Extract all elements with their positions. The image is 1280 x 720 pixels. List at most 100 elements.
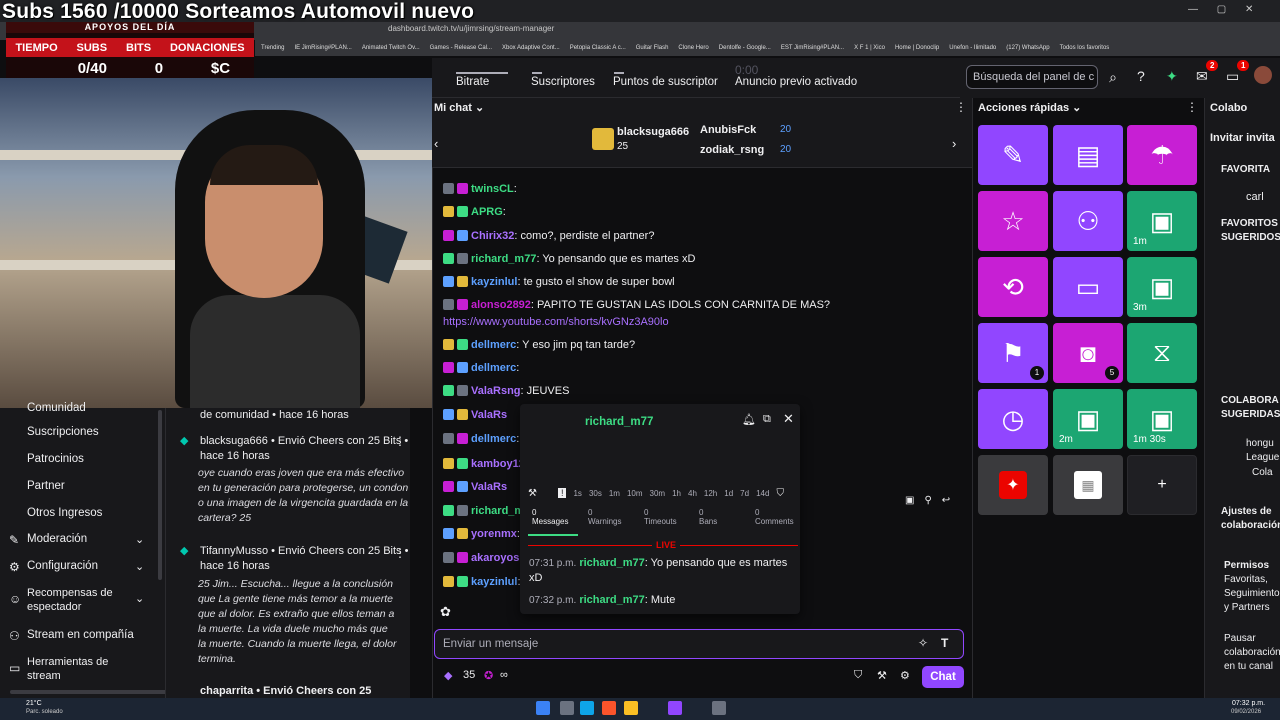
- popup-username[interactable]: richard_m77: [585, 416, 653, 428]
- sidebar-item-label[interactable]: Patrocinios: [27, 453, 84, 465]
- quick-action-tile[interactable]: ▭: [1053, 257, 1123, 317]
- help-icon[interactable]: ?: [1137, 68, 1145, 84]
- tab-timeouts[interactable]: 0 Timeouts: [644, 508, 677, 526]
- chat-message[interactable]: APRG:: [443, 206, 506, 218]
- popout-icon[interactable]: ⧉: [763, 413, 771, 426]
- chat-message[interactable]: richard_m77: Yo pensando que es martes x…: [443, 253, 695, 265]
- collab-title[interactable]: Colabo: [1210, 101, 1247, 115]
- timeout-1d-button[interactable]: 1d: [724, 489, 733, 498]
- sidebar-scrollbar[interactable]: [158, 410, 162, 580]
- chevron-right-icon[interactable]: ›: [952, 136, 956, 151]
- chat-input[interactable]: Enviar un mensaje: [434, 629, 964, 659]
- tab-messages[interactable]: 0 Messages: [532, 508, 568, 526]
- chat-link[interactable]: https://www.youtube.com/shorts/kvGNz3A90…: [443, 316, 669, 328]
- timeout-4h-button[interactable]: 4h: [688, 489, 697, 498]
- chevron-down-icon[interactable]: ⌄: [135, 533, 144, 546]
- clock-time[interactable]: 07:32 p.m.: [1232, 700, 1265, 707]
- search-icon[interactable]: [560, 701, 574, 715]
- bookmark-item[interactable]: Trending: [261, 45, 284, 51]
- chat-message[interactable]: yorenmx:: [443, 528, 520, 540]
- timeout-30s-button[interactable]: 30s: [589, 489, 602, 498]
- quick-action-tile[interactable]: ▣ 1m 30s: [1127, 389, 1197, 449]
- chat-message[interactable]: Chirix32: como?, perdiste el partner?: [443, 230, 654, 242]
- bookmark-item[interactable]: X F 1 | Xico: [854, 45, 885, 51]
- chat-username[interactable]: yorenmx: [471, 528, 517, 540]
- url-text[interactable]: dashboard.twitch.tv/u/jimrsing/stream-ma…: [388, 24, 554, 33]
- avatar[interactable]: [1254, 66, 1272, 84]
- chevron-down-icon[interactable]: ⌄: [135, 560, 144, 573]
- close-icon[interactable]: ✕: [783, 411, 794, 427]
- timeout-30m-button[interactable]: 30m: [650, 489, 666, 498]
- translate-icon[interactable]: T: [941, 636, 948, 650]
- quick-action-tile[interactable]: ◙ 5: [1053, 323, 1123, 383]
- quick-action-tile[interactable]: ☂: [1127, 125, 1197, 185]
- bookmark-item[interactable]: EST JimRising#PLAN...: [781, 45, 844, 51]
- shield-icon[interactable]: ⛉: [854, 669, 862, 682]
- chat-message[interactable]: dellmerc: Y eso jim pq tan tarde?: [443, 339, 635, 351]
- chat-message[interactable]: dellmerc:: [443, 433, 519, 445]
- stat-bitrate[interactable]: Bitrate: [456, 76, 489, 88]
- timeout-14d-button[interactable]: 14d: [756, 489, 769, 498]
- chat-username[interactable]: ValaRsng: [471, 385, 521, 397]
- sidebar-item-label[interactable]: Otros Ingresos: [27, 507, 102, 519]
- twitch-icon[interactable]: [668, 701, 682, 715]
- bookmark-item[interactable]: Xbox Adaptive Cont...: [502, 45, 560, 51]
- timeout-7d-button[interactable]: 7d: [740, 489, 749, 498]
- chat-username[interactable]: ValaRs: [471, 481, 507, 493]
- chat-username[interactable]: dellmerc: [471, 433, 516, 445]
- chat-username[interactable]: dellmerc: [471, 362, 516, 374]
- emote-icon[interactable]: ✧: [918, 636, 928, 650]
- chat-username[interactable]: richard_m77: [471, 253, 536, 265]
- sidebar-item-label[interactable]: Comunidad: [27, 402, 86, 414]
- bell-icon[interactable]: 🔔︎: [742, 413, 756, 426]
- ban-icon[interactable]: ⛉: [776, 488, 784, 499]
- stat-subscribers[interactable]: Suscriptores: [531, 76, 595, 88]
- warn-icon[interactable]: !: [557, 488, 567, 498]
- quick-action-tile[interactable]: ▣ 2m: [1053, 389, 1123, 449]
- tab-bans[interactable]: 0 Bans: [699, 508, 717, 526]
- quick-action-tile[interactable]: ✎: [978, 125, 1048, 185]
- sidebar-item-label[interactable]: Moderación: [27, 533, 87, 545]
- channel-points-icon[interactable]: ✪: [484, 669, 493, 682]
- stat-sub-points[interactable]: Puntos de suscriptor: [613, 76, 718, 88]
- chevron-left-icon[interactable]: ‹: [434, 136, 438, 151]
- sidebar-item-label[interactable]: Stream en compañía: [27, 629, 134, 641]
- start-icon[interactable]: [536, 701, 550, 715]
- quick-action-tile[interactable]: ◷: [978, 389, 1048, 449]
- quick-action-tile[interactable]: ⚑ 1: [978, 323, 1048, 383]
- folder-icon[interactable]: [624, 701, 638, 715]
- bookmark-item[interactable]: Guitar Flash: [636, 45, 669, 51]
- bookmark-item[interactable]: Animated Twitch Ov...: [362, 45, 420, 51]
- timeout-1m-button[interactable]: 1m: [609, 489, 620, 498]
- chat-username[interactable]: alonso2892: [471, 299, 531, 311]
- chat-message[interactable]: kayzinlul: te gusto el show de super bow…: [443, 276, 675, 288]
- collab-channel-name[interactable]: carl: [1246, 190, 1264, 204]
- quick-action-tile[interactable]: ▤: [1053, 125, 1123, 185]
- chat-username[interactable]: kayzinlul: [471, 576, 517, 588]
- bookmark-item[interactable]: Clone Hero: [678, 45, 708, 51]
- prime-icon[interactable]: ✦: [1166, 68, 1178, 85]
- chat-username[interactable]: Chirix32: [471, 230, 514, 242]
- hammer-icon[interactable]: ⚒: [528, 488, 537, 499]
- chat-username[interactable]: APRG: [471, 206, 503, 218]
- quick-action-tile[interactable]: ☆: [978, 191, 1048, 251]
- chat-message[interactable]: ValaRs: [443, 409, 507, 421]
- message-actions[interactable]: ▣⚲↩: [905, 495, 960, 506]
- collab-channel-name[interactable]: hongu: [1246, 437, 1274, 451]
- quick-actions-title[interactable]: Acciones rápidas ⌄: [978, 101, 1081, 114]
- bookmark-item[interactable]: Home | Donoclip: [895, 45, 939, 51]
- pause-collab-toggle[interactable]: Pausar colaboración en tu canal: [1224, 632, 1280, 674]
- quick-action-tile[interactable]: ✦: [978, 455, 1048, 515]
- timeout-12h-button[interactable]: 12h: [704, 489, 717, 498]
- bookmark-item[interactable]: Unefon - Ilimitado: [949, 45, 996, 51]
- bookmark-item[interactable]: (127) WhatsApp: [1006, 45, 1049, 51]
- tab-comments[interactable]: 0 Comments: [755, 508, 794, 526]
- dashboard-search-input[interactable]: Búsqueda del panel de c: [966, 65, 1098, 89]
- timeout-10m-button[interactable]: 10m: [627, 489, 643, 498]
- chat-message[interactable]: ValaRsng: JEUVES: [443, 385, 569, 397]
- invite-button[interactable]: Invitar invita: [1210, 131, 1275, 145]
- sidebar-item-label[interactable]: Configuración: [27, 560, 98, 572]
- more-options-icon[interactable]: ⋮: [394, 546, 406, 560]
- cheer-icon[interactable]: ✿: [440, 604, 451, 620]
- chevron-down-icon[interactable]: ⌄: [135, 592, 144, 605]
